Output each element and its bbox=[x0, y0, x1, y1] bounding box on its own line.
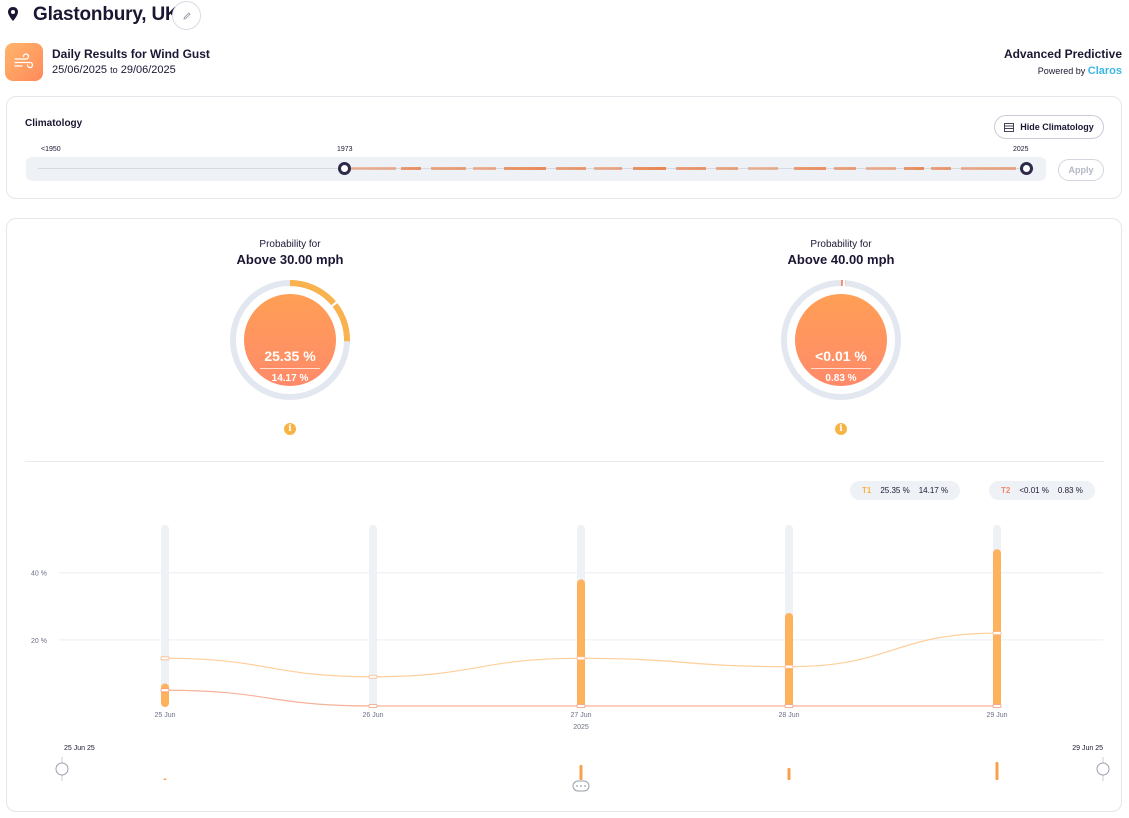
climatology-year-segment bbox=[866, 167, 896, 170]
product-name: Advanced Predictive bbox=[1003, 47, 1122, 61]
table-icon bbox=[1004, 122, 1015, 132]
timeline-mini-bar bbox=[163, 778, 167, 780]
location-header: Glastonbury, UK bbox=[0, 0, 1129, 36]
climatology-year-segment bbox=[904, 167, 924, 170]
climatology-year-segment bbox=[961, 167, 1016, 170]
climatology-marker-t2 bbox=[992, 704, 1002, 708]
bar-t1 bbox=[785, 613, 793, 707]
climatology-marker-t1 bbox=[368, 674, 378, 679]
date-from: 25/06/2025 bbox=[52, 64, 108, 76]
wind-icon bbox=[14, 53, 34, 69]
climatology-marker-t1 bbox=[576, 656, 586, 661]
x-tick-label: 28 Jun bbox=[778, 712, 799, 719]
bar-t1 bbox=[993, 549, 1001, 707]
hide-climatology-button[interactable]: Hide Climatology bbox=[994, 115, 1104, 139]
climatology-year-segment bbox=[473, 167, 496, 170]
climatology-marker-t2 bbox=[160, 688, 170, 693]
climatology-marker-t2 bbox=[368, 704, 378, 708]
timeline-mini-bar bbox=[995, 762, 999, 780]
brand-name: Claros bbox=[1087, 65, 1122, 77]
climatology-year-segment bbox=[748, 167, 778, 170]
y-tick-label: 20 % bbox=[31, 638, 47, 645]
climatology-year-segment bbox=[401, 167, 421, 170]
apply-button[interactable]: Apply bbox=[1058, 159, 1104, 181]
timeline-end-label: 29 Jun 25 bbox=[1072, 745, 1103, 752]
x-tick-label: 26 Jun bbox=[362, 712, 383, 719]
climatology-year-segment bbox=[556, 167, 586, 170]
date-to: 29/06/2025 bbox=[120, 64, 176, 76]
powered-by: Powered by Claros bbox=[1038, 65, 1122, 77]
climatology-year-bars bbox=[351, 167, 1016, 170]
x-axis-label: 2025 bbox=[573, 724, 589, 731]
location-title: Glastonbury, UK bbox=[33, 4, 179, 25]
x-tick-label: 25 Jun bbox=[154, 712, 175, 719]
range-start-label: <1950 bbox=[41, 146, 61, 153]
climatology-marker-t1 bbox=[784, 664, 794, 669]
results-title: Daily Results for Wind Gust bbox=[52, 47, 210, 61]
timeline-start-label: 25 Jun 25 bbox=[64, 745, 95, 752]
daily-probability-chart: 20 % 40 % 25 Jun 26 Jun 27 Jun 28 Jun 29 Jun 20… bbox=[31, 525, 1110, 792]
climatology-marker-t1 bbox=[992, 631, 1002, 636]
climatology-title: Climatology bbox=[25, 118, 83, 129]
bar-track bbox=[369, 525, 377, 707]
timeline-mini-bar bbox=[787, 768, 791, 780]
drag-handle-dot bbox=[584, 785, 586, 787]
drag-handle-dot bbox=[576, 785, 578, 787]
pencil-icon bbox=[182, 11, 191, 20]
results-date-range: 25/06/2025 to 29/06/2025 bbox=[52, 64, 176, 76]
results-card: Probability for Above 30.00 mph 25.35 % … bbox=[6, 218, 1122, 812]
climatology-year-segment bbox=[633, 167, 666, 170]
bar-t1 bbox=[161, 683, 169, 707]
edit-location-button[interactable] bbox=[172, 1, 201, 30]
climatology-marker-t2 bbox=[784, 704, 794, 708]
range-end-label: 2025 bbox=[1013, 146, 1029, 153]
climatology-year-segment bbox=[716, 167, 738, 170]
map-pin-icon bbox=[8, 7, 18, 21]
bar-track bbox=[161, 525, 169, 707]
climatology-year-segment bbox=[594, 167, 622, 170]
x-tick-label: 27 Jun bbox=[570, 712, 591, 719]
results-header: Daily Results for Wind Gust 25/06/2025 t… bbox=[0, 40, 1129, 86]
y-tick-label: 40 % bbox=[31, 571, 47, 578]
climatology-year-segment bbox=[676, 167, 706, 170]
selected-start-label: 1973 bbox=[337, 146, 353, 153]
hide-climatology-label: Hide Climatology bbox=[1020, 122, 1094, 132]
climatology-year-segment bbox=[834, 167, 856, 170]
bar-t1 bbox=[577, 579, 585, 707]
climatology-year-segment bbox=[504, 167, 546, 170]
timeline-handle[interactable] bbox=[55, 762, 69, 776]
climatology-year-segment bbox=[794, 167, 826, 170]
timeline-mini-bar bbox=[579, 765, 583, 780]
climatology-range-slider[interactable] bbox=[26, 157, 1046, 181]
climatology-year-segment bbox=[931, 167, 951, 170]
date-separator: to bbox=[110, 65, 118, 75]
slider-start-handle[interactable] bbox=[338, 162, 351, 175]
climatology-year-segment bbox=[431, 167, 466, 170]
climatology-card: Climatology Hide Climatology <1950 1973 … bbox=[6, 96, 1122, 199]
powered-by-label: Powered by bbox=[1037, 66, 1086, 76]
slider-end-handle[interactable] bbox=[1020, 162, 1033, 175]
climatology-marker-t2 bbox=[576, 704, 586, 708]
wind-badge bbox=[5, 43, 43, 81]
drag-handle-dot bbox=[580, 785, 582, 787]
x-tick-label: 29 Jun bbox=[986, 712, 1007, 719]
climatology-marker-t1 bbox=[160, 656, 170, 661]
climatology-year-segment bbox=[351, 167, 396, 170]
timeline-handle[interactable] bbox=[1096, 762, 1110, 776]
drag-handle-icon[interactable] bbox=[572, 780, 590, 792]
